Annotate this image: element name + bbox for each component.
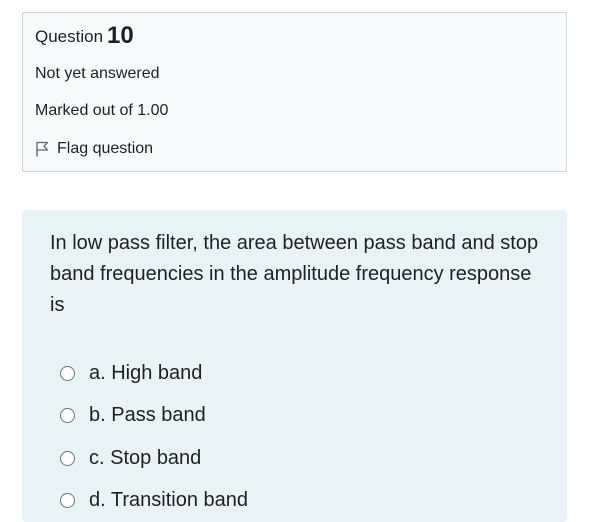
question-status: Not yet answered bbox=[35, 65, 160, 82]
answer-options: a. High band b. Pass band c. Stop band d… bbox=[60, 352, 540, 522]
answer-option-b[interactable]: b. Pass band bbox=[60, 395, 540, 438]
answer-label-c: c. Stop band bbox=[89, 446, 202, 469]
radio-button-d[interactable] bbox=[60, 493, 75, 509]
question-content-panel: In low pass filter, the area between pas… bbox=[22, 210, 567, 522]
flag-question-label: Flag question bbox=[57, 140, 154, 157]
question-grade: Marked out of 1.00 bbox=[35, 102, 169, 119]
flag-outline-icon bbox=[35, 141, 49, 157]
question-text: In low pass filter, the area between pas… bbox=[50, 232, 539, 316]
question-number: 10 bbox=[107, 22, 134, 49]
answer-option-a[interactable]: a. High band bbox=[60, 352, 540, 395]
answer-label-b: b. Pass band bbox=[89, 404, 206, 427]
answer-label-a: a. High band bbox=[89, 361, 203, 384]
flag-question-link[interactable]: Flag question bbox=[35, 140, 153, 158]
radio-button-c[interactable] bbox=[60, 450, 75, 466]
answer-option-c[interactable]: c. Stop band bbox=[60, 437, 540, 480]
radio-button-b[interactable] bbox=[60, 408, 75, 424]
radio-button-a[interactable] bbox=[60, 365, 75, 381]
question-label: Question bbox=[35, 27, 104, 46]
answer-option-d[interactable]: d. Transition band bbox=[60, 480, 540, 522]
answer-label-d: d. Transition band bbox=[89, 489, 248, 512]
question-info-panel: Question 10 Not yet answered Marked out o… bbox=[22, 12, 567, 172]
question-heading: Question 10 bbox=[35, 22, 134, 50]
